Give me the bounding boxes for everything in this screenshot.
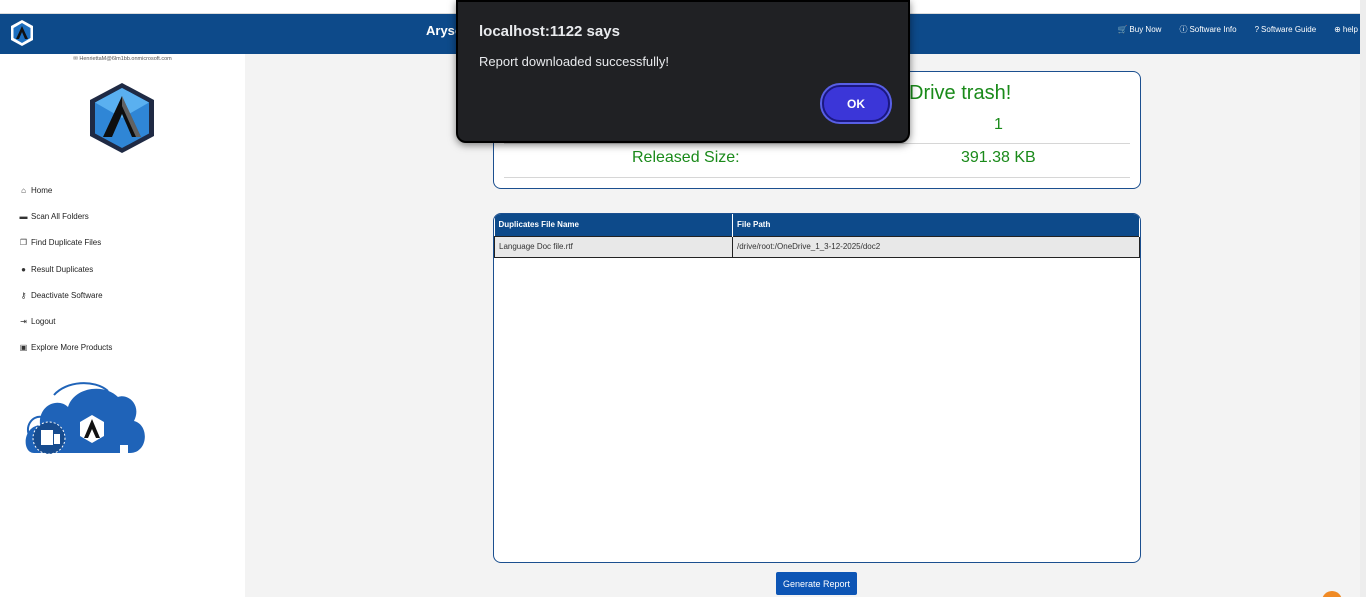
sidebar-item-label: Find Duplicate Files: [31, 238, 102, 248]
copy-icon: ❐: [19, 238, 28, 248]
scrollbar[interactable]: [1360, 0, 1366, 597]
sidebar-item-explore-more-products[interactable]: ▣ Explore More Products: [19, 335, 113, 361]
software-guide-label: Software Guide: [1261, 25, 1317, 34]
table-row[interactable]: Language Doc file.rtf /drive/root:/OneDr…: [494, 235, 1140, 258]
alert-ok-button[interactable]: OK: [822, 85, 890, 122]
logout-icon: ⇥: [20, 317, 27, 327]
aryson-logo-icon: [90, 83, 154, 153]
table-header-row: Duplicates File Name File Path: [494, 214, 1140, 236]
sidebar-item-scan-all-folders[interactable]: ▬ Scan All Folders: [19, 203, 112, 229]
help-link[interactable]: ⊕ help: [1334, 25, 1358, 34]
released-size-value: 391.38 KB: [961, 149, 1036, 166]
user-icon: ●: [21, 264, 26, 274]
info-icon: ⓘ: [1179, 24, 1188, 34]
alert-message: Report downloaded successfully!: [479, 54, 670, 69]
sidebar-item-home[interactable]: ⌂ Home: [19, 177, 112, 203]
envelope-icon: ✉: [73, 56, 78, 62]
user-email: ✉ HenriettaM@6lm1bb.onmicrosoft.com: [0, 56, 245, 62]
sidebar-item-logout[interactable]: ⇥ Logout: [19, 308, 112, 334]
summary-divider: [504, 177, 1130, 178]
sidebar-item-label: Deactivate Software: [31, 290, 103, 300]
duplicates-table: Duplicates File Name File Path Language …: [494, 214, 1140, 258]
generate-report-button[interactable]: Generate Report: [776, 572, 857, 595]
sidebar-item-deactivate-software[interactable]: ⚷ Deactivate Software: [19, 282, 112, 308]
user-email-text: HenriettaM@6lm1bb.onmicrosoft.com: [79, 56, 172, 62]
results-card: Duplicates File Name File Path Language …: [493, 213, 1141, 563]
released-size-label: Released Size:: [632, 149, 740, 166]
sidebar-item-label: Explore More Products: [31, 343, 113, 353]
sidebar-menu: ⌂ Home ▬ Scan All Folders ❐ Find Duplica…: [19, 177, 113, 361]
column-header-file-path[interactable]: File Path: [732, 214, 1140, 236]
key-icon: ⚷: [20, 290, 27, 300]
buy-now-link[interactable]: 🛒 Buy Now: [1117, 25, 1161, 34]
sidebar-item-find-duplicate-files[interactable]: ❐ Find Duplicate Files: [19, 230, 112, 256]
alert-dialog: localhost:1122 says Report downloaded su…: [456, 0, 910, 143]
software-guide-link[interactable]: ? Software Guide: [1255, 25, 1317, 34]
sidebar-item-result-duplicates[interactable]: ● Result Duplicates: [19, 256, 112, 282]
question-icon: ?: [1254, 24, 1260, 34]
cloud-illustration-icon: [25, 382, 145, 455]
summary-heading: Drive trash!: [909, 82, 1012, 104]
lifebuoy-icon: ⊕: [1334, 24, 1341, 34]
help-label: help: [1342, 25, 1358, 34]
software-info-label: Software Info: [1189, 25, 1237, 34]
file-name-cell: Language Doc file.rtf: [494, 235, 733, 258]
software-info-link[interactable]: ⓘ Software Info: [1179, 25, 1236, 34]
sidebar: ✉ HenriettaM@6lm1bb.onmicrosoft.com ⌂ Ho…: [0, 54, 245, 597]
sidebar-item-label: Scan All Folders: [31, 211, 89, 221]
summary-count-value: 1: [994, 116, 1003, 133]
folder-icon: ▬: [19, 211, 28, 221]
sidebar-item-label: Home: [31, 185, 53, 195]
summary-divider: [504, 143, 1130, 144]
alert-title: localhost:1122 says: [479, 23, 620, 40]
home-icon: ⌂: [21, 185, 26, 195]
top-nav: 🛒 Buy Now ⓘ Software Info ? Software Gui…: [1117, 25, 1358, 34]
chat-widget-button[interactable]: [1322, 591, 1342, 597]
column-header-file-name[interactable]: Duplicates File Name: [494, 214, 733, 236]
sidebar-item-label: Result Duplicates: [31, 264, 94, 274]
app-logo-icon[interactable]: [10, 19, 34, 47]
file-path-cell: /drive/root:/OneDrive_1_3-12-2025/doc2: [732, 235, 1140, 258]
briefcase-icon: ▣: [19, 343, 28, 353]
buy-now-label: Buy Now: [1129, 25, 1162, 34]
sidebar-item-label: Logout: [31, 317, 56, 327]
cart-icon: 🛒: [1117, 24, 1128, 34]
